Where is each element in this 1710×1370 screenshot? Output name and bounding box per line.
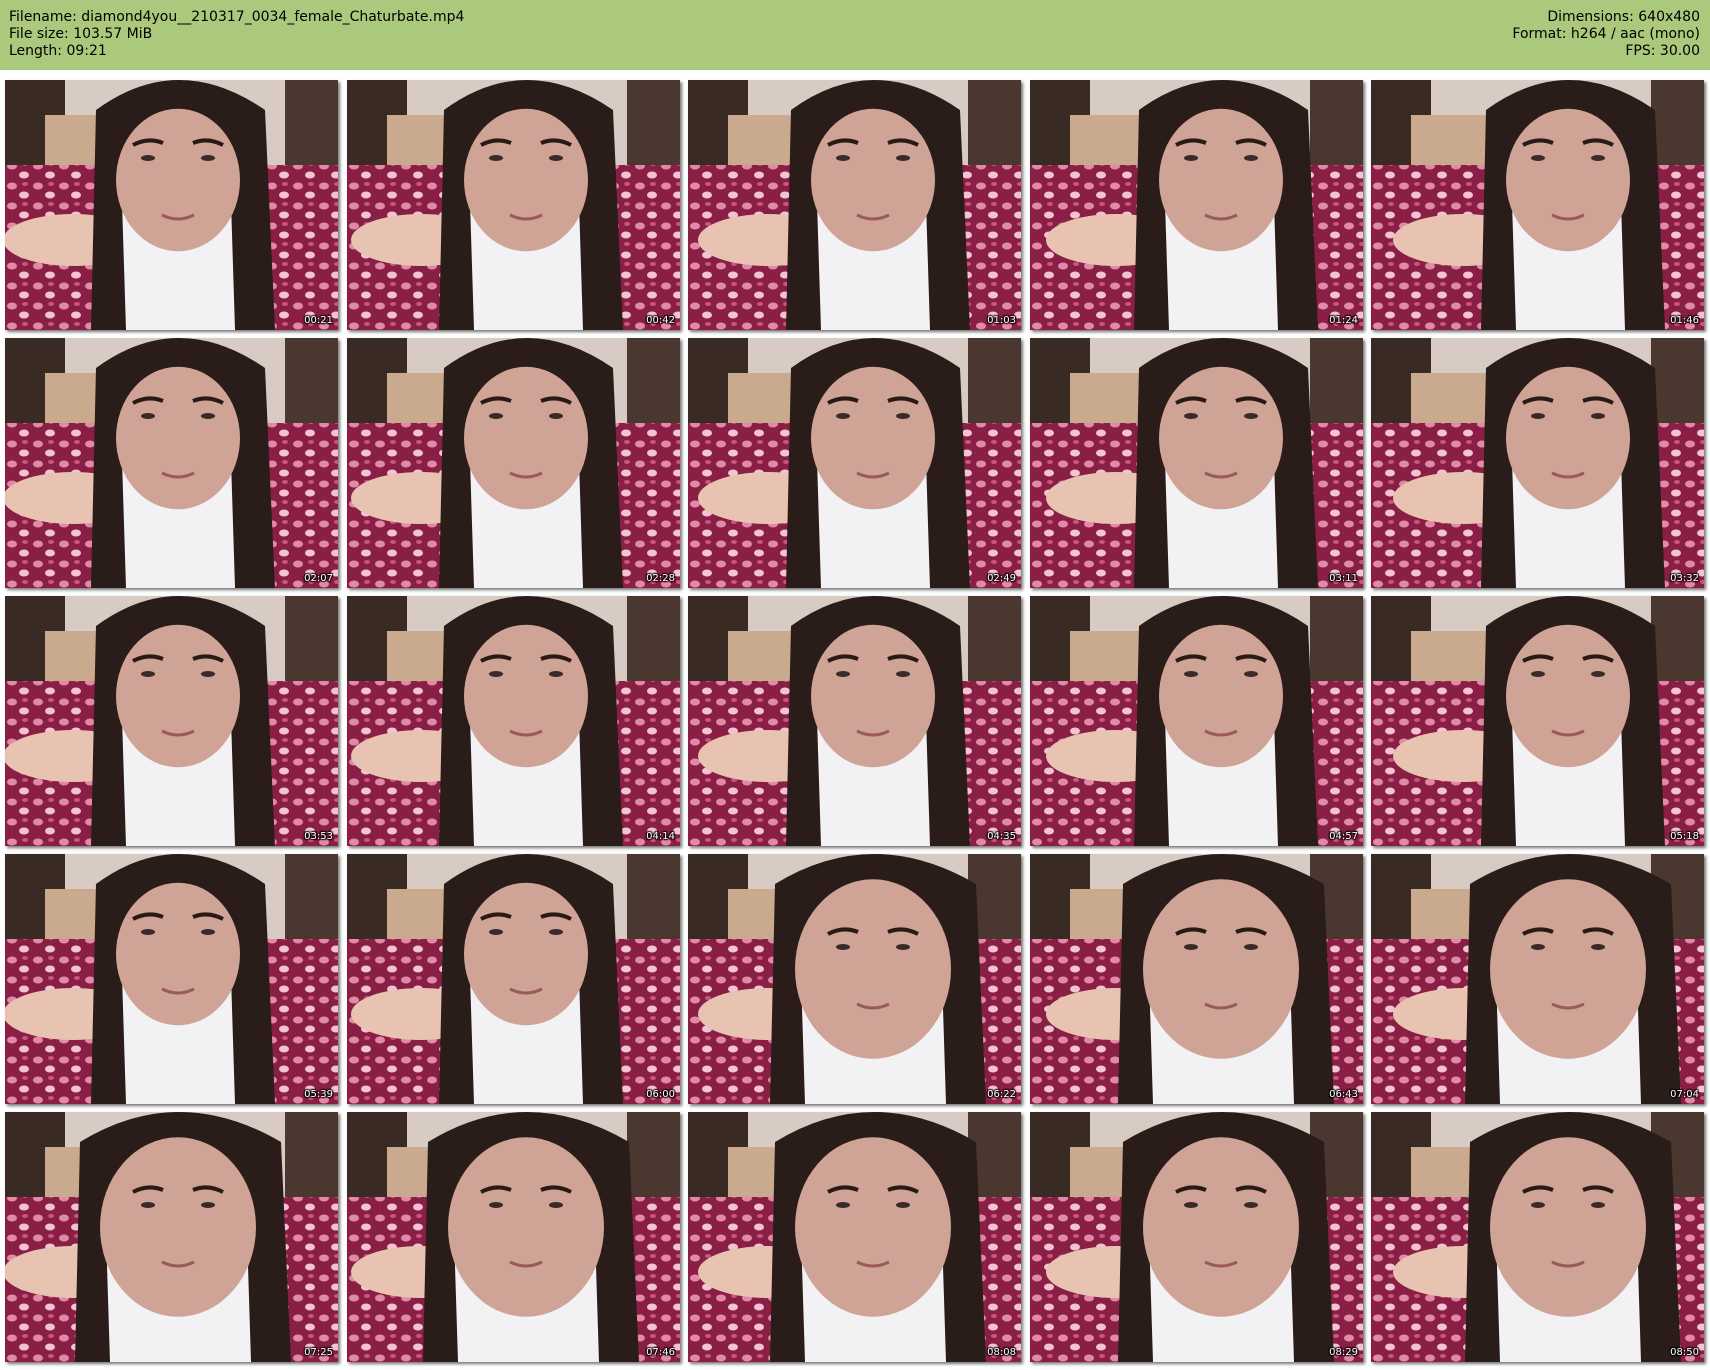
video-thumbnail: 08:50	[1371, 1112, 1704, 1362]
video-thumbnail: 08:08	[688, 1112, 1021, 1362]
thumbnail-timestamp: 02:49	[987, 573, 1016, 584]
format-text: Format: h264 / aac (mono)	[1512, 26, 1700, 42]
thumbnail-timestamp: 00:42	[646, 315, 675, 326]
video-frame-image	[1030, 1112, 1363, 1362]
filesize-text: File size: 103.57 MiB	[9, 26, 153, 42]
video-frame-image	[1371, 338, 1704, 588]
thumbnail-timestamp: 07:04	[1670, 1089, 1699, 1100]
video-thumbnail: 03:53	[5, 596, 338, 846]
thumbnail-timestamp: 06:22	[987, 1089, 1016, 1100]
thumbnail-timestamp: 03:53	[304, 831, 333, 842]
video-thumbnail: 07:04	[1371, 854, 1704, 1104]
video-frame-image	[5, 80, 338, 330]
video-thumbnail: 04:35	[688, 596, 1021, 846]
video-frame-image	[347, 80, 680, 330]
video-frame-image	[5, 854, 338, 1104]
thumbnail-timestamp: 08:29	[1329, 1347, 1358, 1358]
video-frame-image	[1030, 854, 1363, 1104]
video-thumbnail: 04:14	[347, 596, 680, 846]
thumbnail-timestamp: 01:46	[1670, 315, 1699, 326]
fps-text: FPS: 30.00	[1625, 43, 1700, 59]
thumbnail-timestamp: 04:57	[1329, 831, 1358, 842]
video-frame-image	[1371, 80, 1704, 330]
thumbnail-timestamp: 01:24	[1329, 315, 1358, 326]
video-frame-image	[1030, 596, 1363, 846]
thumbnail-grid: 00:21 00:42 01:03 01:24 01:46 02:07 02:28 02:49…	[5, 80, 1705, 1366]
video-frame-image	[1371, 596, 1704, 846]
thumbnail-timestamp: 02:07	[304, 573, 333, 584]
video-frame-image	[688, 338, 1021, 588]
video-thumbnail: 06:22	[688, 854, 1021, 1104]
video-frame-image	[688, 1112, 1021, 1362]
video-thumbnail: 07:25	[5, 1112, 338, 1362]
thumbnail-timestamp: 05:18	[1670, 831, 1699, 842]
thumbnail-timestamp: 06:43	[1329, 1089, 1358, 1100]
video-thumbnail: 08:29	[1030, 1112, 1363, 1362]
video-frame-image	[688, 80, 1021, 330]
video-frame-image	[688, 596, 1021, 846]
video-thumbnail: 01:46	[1371, 80, 1704, 330]
thumbnail-timestamp: 07:46	[646, 1347, 675, 1358]
video-frame-image	[5, 338, 338, 588]
video-thumbnail: 05:39	[5, 854, 338, 1104]
video-thumbnail: 01:03	[688, 80, 1021, 330]
video-frame-image	[5, 596, 338, 846]
video-frame-image	[347, 1112, 680, 1362]
thumbnail-timestamp: 00:21	[304, 315, 333, 326]
video-frame-image	[1371, 1112, 1704, 1362]
video-thumbnail: 02:07	[5, 338, 338, 588]
thumbnail-timestamp: 02:28	[646, 573, 675, 584]
length-text: Length: 09:21	[9, 43, 107, 59]
video-thumbnail: 03:32	[1371, 338, 1704, 588]
thumbnail-timestamp: 05:39	[304, 1089, 333, 1100]
thumbnail-timestamp: 08:50	[1670, 1347, 1699, 1358]
video-frame-image	[347, 596, 680, 846]
thumbnail-timestamp: 04:35	[987, 831, 1016, 842]
thumbnail-timestamp: 03:32	[1670, 573, 1699, 584]
file-info-right: Dimensions: 640x480 Format: h264 / aac (…	[1512, 9, 1700, 60]
video-thumbnail: 06:00	[347, 854, 680, 1104]
video-frame-image	[347, 338, 680, 588]
video-frame-image	[1030, 80, 1363, 330]
video-frame-image	[1030, 338, 1363, 588]
video-thumbnail: 06:43	[1030, 854, 1363, 1104]
thumbnail-timestamp: 03:11	[1329, 573, 1358, 584]
video-thumbnail: 02:49	[688, 338, 1021, 588]
video-frame-image	[1371, 854, 1704, 1104]
video-frame-image	[688, 854, 1021, 1104]
video-frame-image	[347, 854, 680, 1104]
video-thumbnail: 04:57	[1030, 596, 1363, 846]
thumbnail-timestamp: 07:25	[304, 1347, 333, 1358]
thumbnail-timestamp: 01:03	[987, 315, 1016, 326]
thumbnail-timestamp: 08:08	[987, 1347, 1016, 1358]
filename-text: Filename: diamond4you__210317_0034_femal…	[9, 9, 465, 25]
video-thumbnail: 03:11	[1030, 338, 1363, 588]
dimensions-text: Dimensions: 640x480	[1547, 9, 1700, 25]
file-info-left: Filename: diamond4you__210317_0034_femal…	[9, 9, 464, 60]
video-thumbnail: 01:24	[1030, 80, 1363, 330]
video-thumbnail: 02:28	[347, 338, 680, 588]
info-header: Filename: diamond4you__210317_0034_femal…	[0, 0, 1710, 70]
thumbnail-timestamp: 04:14	[646, 831, 675, 842]
video-thumbnail: 07:46	[347, 1112, 680, 1362]
video-frame-image	[5, 1112, 338, 1362]
thumbnail-timestamp: 06:00	[646, 1089, 675, 1100]
video-thumbnail: 05:18	[1371, 596, 1704, 846]
video-thumbnail: 00:21	[5, 80, 338, 330]
video-thumbnail: 00:42	[347, 80, 680, 330]
